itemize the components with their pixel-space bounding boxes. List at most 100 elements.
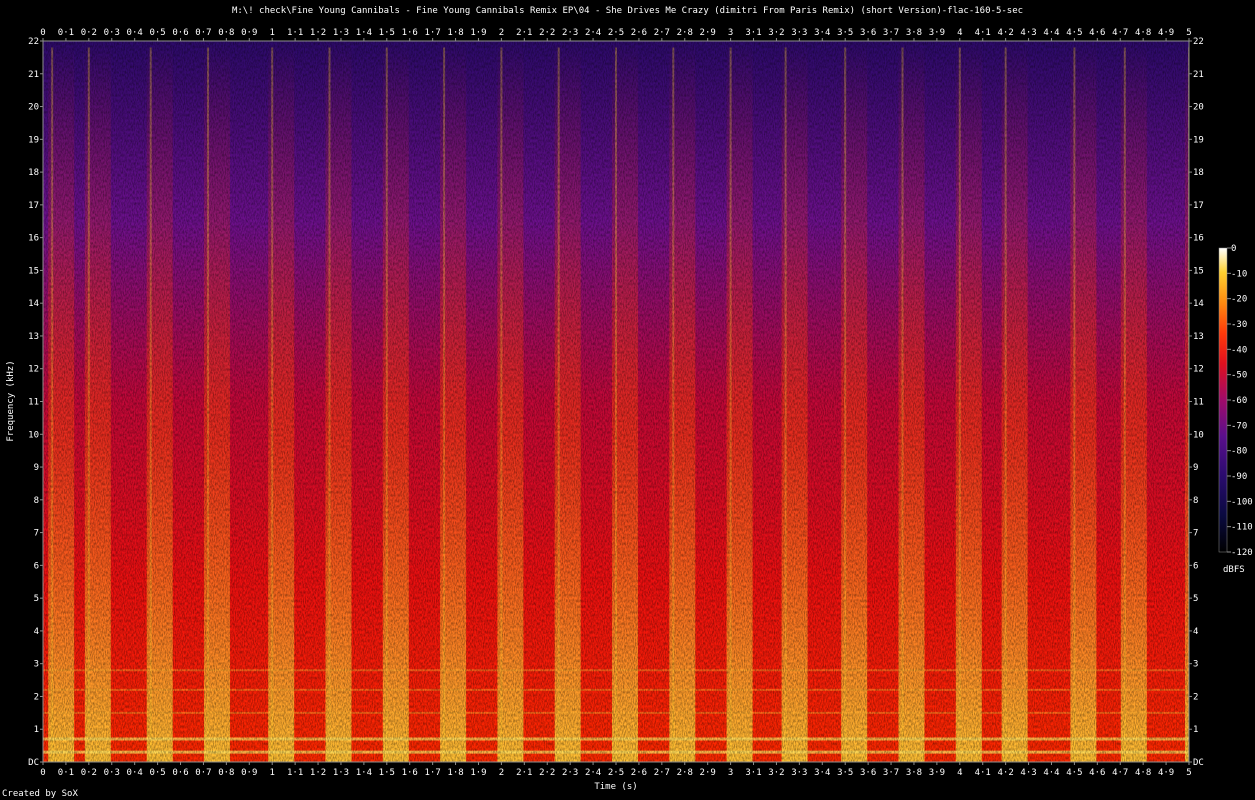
x-tick-label-bottom: 3·1 [745, 768, 761, 778]
y-tick-label-right: 9 [1193, 463, 1198, 473]
y-tick-label-right: 15 [1193, 266, 1204, 276]
x-tick-label-bottom: 4·8 [1135, 768, 1151, 778]
y-tick-label-right: 1 [1193, 725, 1198, 735]
x-tick-label-top: 4·9 [1158, 28, 1174, 38]
colorbar-tick-label: -20 [1231, 295, 1247, 305]
colorbar-tick-label: -90 [1231, 472, 1247, 482]
x-tick-label-top: 2 [499, 28, 504, 38]
x-tick-label-bottom: 1·6 [402, 768, 418, 778]
spectrogram-grain [43, 41, 1189, 762]
y-tick-label-right: DC [1193, 758, 1204, 768]
x-tick-label-bottom: 1·3 [333, 768, 349, 778]
colorbar-tick-label: -60 [1231, 396, 1247, 406]
x-tick-label-top: 0·4 [127, 28, 143, 38]
x-tick-label-bottom: 0·7 [195, 768, 211, 778]
x-tick-label-bottom: 1 [269, 768, 274, 778]
x-tick-label-top: 4·6 [1089, 28, 1105, 38]
x-tick-label-bottom: 0 [40, 768, 45, 778]
y-tick-label-right: 14 [1193, 299, 1204, 309]
y-tick-label-left: 10 [28, 430, 39, 440]
x-tick-label-top: 1·3 [333, 28, 349, 38]
y-tick-label-right: 7 [1193, 529, 1198, 539]
y-tick-label-left: 16 [28, 234, 39, 244]
x-tick-label-top: 4·5 [1066, 28, 1082, 38]
x-tick-label-bottom: 0·9 [241, 768, 257, 778]
x-tick-label-top: 0·9 [241, 28, 257, 38]
x-tick-label-top: 3·9 [929, 28, 945, 38]
x-axis-label: Time (s) [594, 782, 637, 792]
x-tick-label-top: 2·1 [516, 28, 532, 38]
x-tick-label-top: 0·5 [149, 28, 165, 38]
x-tick-label-bottom: 0·1 [58, 768, 74, 778]
colorbar-ticks: 0 -10 -20 -30 -40 -50 -60 -70 -80 -90 -100 -110 -120 [1227, 244, 1253, 558]
x-tick-label-top: 0 [40, 28, 45, 38]
y-tick-label-left: 1 [34, 725, 39, 735]
x-tick-label-top: 0·6 [172, 28, 188, 38]
x-tick-label-top: 2·4 [585, 28, 601, 38]
x-tick-label-top: 3·2 [768, 28, 784, 38]
spectrogram-chart: 0 0 0·1 0·1 0·2 0·2 0·3 0·3 0·4 0·4 0·5 0·5 0·6 0·6 0·… [6, 28, 1253, 792]
spectrogram-plot-area [43, 41, 1189, 762]
x-tick-label-bottom: 4·5 [1066, 768, 1082, 778]
x-tick-label-bottom: 4·9 [1158, 768, 1174, 778]
x-tick-label-bottom: 3 [728, 768, 733, 778]
x-tick-label-top: 4·1 [975, 28, 991, 38]
y-tick-label-left: 17 [28, 201, 39, 211]
y-tick-label-right: 6 [1193, 561, 1198, 571]
x-tick-label-top: 2·8 [677, 28, 693, 38]
x-tick-label-top: 5 [1186, 28, 1191, 38]
x-tick-label-bottom: 2·7 [654, 768, 670, 778]
y-axis-label: Frequency (kHz) [6, 360, 16, 441]
x-tick-label-top: 2·7 [654, 28, 670, 38]
colorbar-tick-label: -70 [1231, 421, 1247, 431]
x-tick-label-bottom: 2·9 [700, 768, 716, 778]
x-tick-label-bottom: 2·6 [631, 768, 647, 778]
x-tick-label-top: 3·3 [791, 28, 807, 38]
y-tick-label-left: 9 [34, 463, 39, 473]
x-tick-label-bottom: 2 [499, 768, 504, 778]
x-tick-label-bottom: 5 [1186, 768, 1191, 778]
x-tick-label-bottom: 3·6 [860, 768, 876, 778]
y-tick-label-left: 22 [28, 37, 39, 47]
y-tick-label-right: 19 [1193, 135, 1204, 145]
x-tick-label-top: 1·2 [310, 28, 326, 38]
x-tick-label-top: 3 [728, 28, 733, 38]
x-tick-label-bottom: 0·8 [218, 768, 234, 778]
x-tick-label-top: 1·4 [356, 28, 372, 38]
x-tick-label-bottom: 0·5 [149, 768, 165, 778]
x-tick-label-bottom: 1·2 [310, 768, 326, 778]
x-tick-label-top: 3·4 [814, 28, 830, 38]
x-tick-label-bottom: 2·5 [608, 768, 624, 778]
y-tick-label-left: 4 [34, 627, 39, 637]
x-tick-label-bottom: 1·7 [425, 768, 441, 778]
credit-text: Created by SoX [2, 789, 78, 799]
x-tick-label-top: 1 [269, 28, 274, 38]
y-tick-label-right: 13 [1193, 332, 1204, 342]
y-tick-label-left: 2 [34, 692, 39, 702]
x-tick-label-bottom: 0·4 [127, 768, 143, 778]
x-tick-label-top: 4·3 [1020, 28, 1036, 38]
colorbar-gradient [1218, 247, 1228, 553]
x-tick-label-bottom: 4·6 [1089, 768, 1105, 778]
x-tick-label-bottom: 0·2 [81, 768, 97, 778]
x-tick-label-bottom: 2·2 [539, 768, 555, 778]
x-tick-label-top: 2·9 [700, 28, 716, 38]
y-tick-label-right: 8 [1193, 496, 1198, 506]
x-tick-label-bottom: 3·4 [814, 768, 830, 778]
x-tick-label-top: 3·1 [745, 28, 761, 38]
y-tick-label-left: 13 [28, 332, 39, 342]
x-tick-label-top: 0·7 [195, 28, 211, 38]
x-tick-label-bottom: 3·7 [883, 768, 899, 778]
y-tick-label-right: 4 [1193, 627, 1198, 637]
x-tick-label-bottom: 2·1 [516, 768, 532, 778]
x-tick-label-bottom: 1·4 [356, 768, 372, 778]
x-tick-label-top: 2·2 [539, 28, 555, 38]
y-tick-label-right: 17 [1193, 201, 1204, 211]
x-tick-label-bottom: 1·1 [287, 768, 303, 778]
x-tick-label-top: 1·1 [287, 28, 303, 38]
x-tick-label-top: 0·3 [104, 28, 120, 38]
x-tick-label-top: 4·8 [1135, 28, 1151, 38]
y-tick-label-right: 18 [1193, 168, 1204, 178]
x-tick-label-top: 1·8 [447, 28, 463, 38]
x-tick-label-top: 4 [957, 28, 962, 38]
